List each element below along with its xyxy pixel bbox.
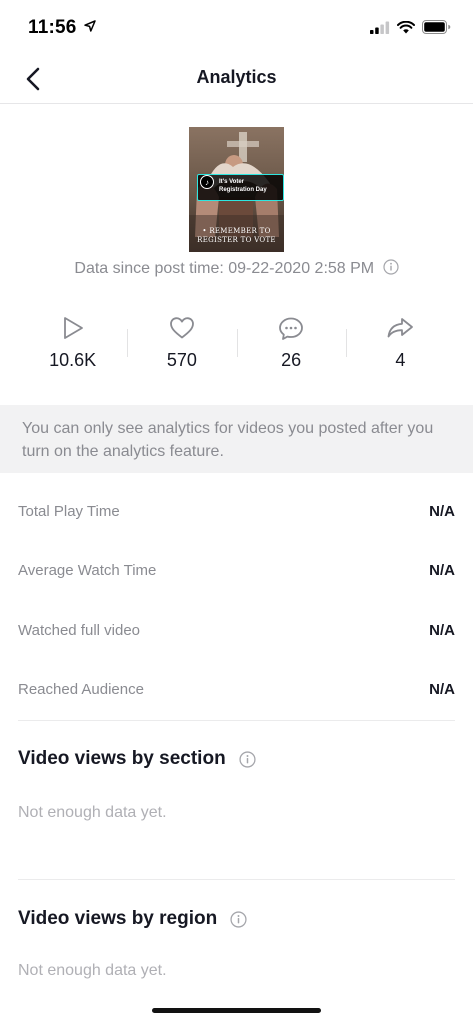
status-bar: 11:56 bbox=[0, 0, 473, 56]
status-icons bbox=[370, 20, 451, 34]
info-icon[interactable] bbox=[382, 259, 399, 280]
metric-label: Reached Audience bbox=[18, 680, 144, 698]
empty-state-text: Not enough data yet. bbox=[18, 804, 167, 821]
page-title: Analytics bbox=[196, 67, 277, 87]
section-title-text: Video views by section bbox=[18, 748, 226, 769]
empty-state-text: Not enough data yet. bbox=[18, 962, 167, 979]
stat-shares: 4 bbox=[345, 312, 455, 382]
metric-row-average-watch-time: Average Watch Time N/A bbox=[18, 560, 455, 580]
divider bbox=[18, 720, 455, 721]
badge-line-1: It's Voter bbox=[219, 179, 244, 185]
info-icon[interactable] bbox=[239, 750, 256, 768]
overlay-line-2: REGISTER TO VOTE bbox=[197, 236, 276, 244]
home-indicator[interactable] bbox=[152, 1008, 321, 1013]
data-since-row: Data since post time: 09-22-2020 2:58 PM bbox=[0, 259, 473, 280]
metric-value: N/A bbox=[429, 502, 455, 520]
music-note-icon: ♪ bbox=[200, 175, 214, 189]
share-icon bbox=[386, 312, 414, 344]
metric-label: Average Watch Time bbox=[18, 561, 157, 579]
stat-likes: 570 bbox=[127, 312, 236, 382]
analytics-notice: You can only see analytics for videos yo… bbox=[0, 405, 473, 473]
metric-value: N/A bbox=[429, 621, 455, 639]
stat-likes-value: 570 bbox=[166, 350, 197, 370]
status-time-text: 11:56 bbox=[28, 17, 77, 38]
location-arrow-icon bbox=[84, 20, 96, 32]
video-thumbnail[interactable]: It's Voter Registration Day ♪ • REMEMBER… bbox=[189, 127, 284, 252]
stat-plays: 10.6K bbox=[18, 312, 127, 382]
overlay-line-1: • REMEMBER TO bbox=[202, 227, 271, 235]
metric-row-watched-full-video: Watched full video N/A bbox=[18, 620, 455, 640]
metric-value: N/A bbox=[429, 561, 455, 579]
metric-value: N/A bbox=[429, 680, 455, 698]
metric-label: Watched full video bbox=[18, 621, 141, 639]
section-title-views-by-section: Video views by section bbox=[18, 748, 256, 770]
info-icon[interactable] bbox=[230, 910, 247, 928]
stat-comments: 26 bbox=[236, 312, 346, 382]
wifi-icon bbox=[397, 20, 415, 33]
metric-row-total-play-time: Total Play Time N/A bbox=[18, 501, 455, 521]
data-since-text: Data since post time: 09-22-2020 2:58 PM bbox=[74, 260, 375, 277]
stat-comments-value: 26 bbox=[281, 350, 302, 370]
heart-icon bbox=[169, 312, 195, 344]
metric-label: Total Play Time bbox=[18, 502, 120, 520]
badge-line-2: Registration Day bbox=[219, 187, 267, 193]
comment-icon bbox=[278, 312, 304, 344]
nav-bar: Analytics bbox=[0, 56, 473, 104]
section-title-text: Video views by region bbox=[18, 908, 218, 929]
divider bbox=[18, 879, 455, 880]
stat-shares-value: 4 bbox=[395, 350, 406, 370]
cellular-signal-icon bbox=[370, 21, 390, 34]
status-time: 11:56 bbox=[28, 17, 96, 39]
play-icon bbox=[61, 312, 85, 344]
metric-row-reached-audience: Reached Audience N/A bbox=[18, 679, 455, 699]
stats-row: 10.6K 570 26 4 bbox=[18, 312, 455, 382]
stat-plays-value: 10.6K bbox=[49, 350, 97, 370]
section-title-views-by-region: Video views by region bbox=[18, 908, 247, 930]
video-overlay-text: • REMEMBER TO REGISTER TO VOTE bbox=[189, 227, 284, 245]
battery-icon bbox=[422, 20, 451, 34]
